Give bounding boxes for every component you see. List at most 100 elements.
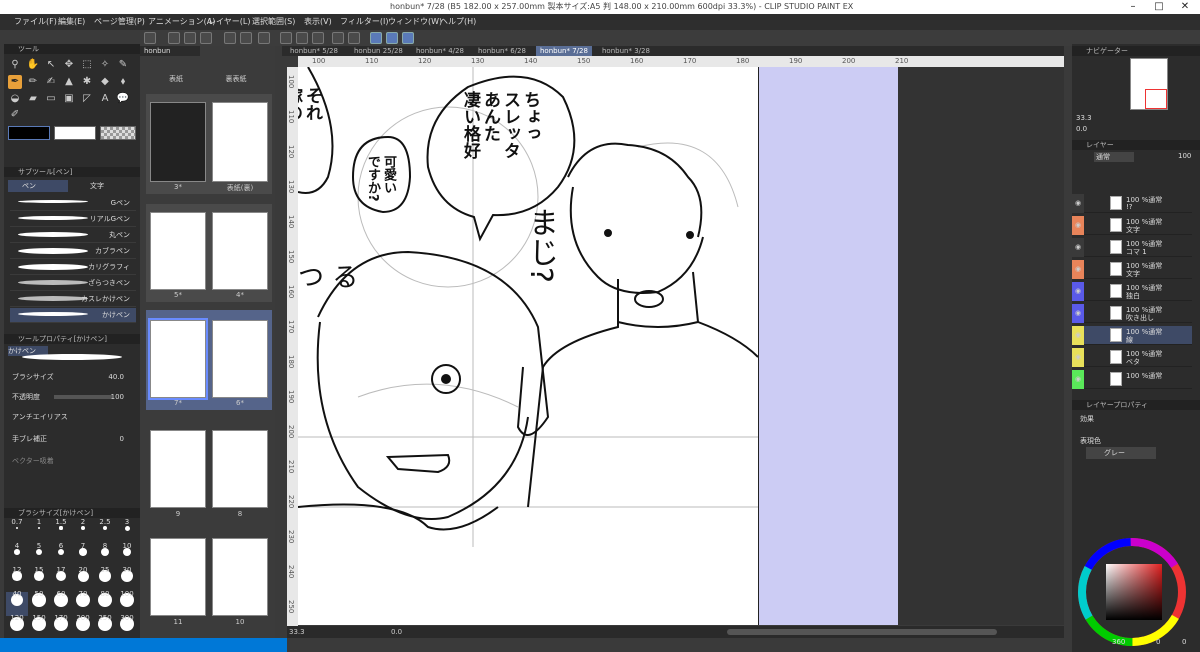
brush-item[interactable]: Gペン	[10, 196, 136, 211]
blend-mode-select[interactable]: 通常	[1094, 152, 1134, 162]
eye-icon[interactable]: ◉	[1075, 199, 1081, 207]
eye-icon[interactable]: ◉	[1075, 309, 1081, 317]
eye-icon[interactable]: ◉	[1075, 287, 1081, 295]
doc-tab[interactable]: honbun* 4/28	[412, 46, 468, 56]
layer-item[interactable]: ◉ 100 %通常 文字	[1072, 216, 1192, 235]
brush-size-cell[interactable]: 2.5	[94, 518, 116, 544]
layer-opacity[interactable]: 100	[1178, 152, 1191, 160]
transform-icon[interactable]	[312, 32, 324, 44]
page-thumb-5[interactable]	[150, 212, 206, 290]
brush-size-cell[interactable]: 170	[50, 614, 72, 640]
menu-page[interactable]: ページ管理(P)	[94, 14, 145, 30]
deselect-icon[interactable]	[332, 32, 344, 44]
zoom-readout[interactable]: 33.3	[289, 626, 305, 638]
figure-icon[interactable]: ▭	[44, 92, 58, 106]
layer-item[interactable]: ◉ 100 %通常 コマ 1	[1072, 238, 1192, 257]
menu-help[interactable]: ヘルプ(H)	[440, 14, 476, 30]
open-icon[interactable]	[168, 32, 180, 44]
express-color-select[interactable]: グレー	[1086, 447, 1156, 459]
brush-size-cell[interactable]: 50	[28, 590, 50, 616]
brush-item[interactable]: カリグラフィ	[10, 260, 136, 275]
page-thumb-9[interactable]	[150, 430, 206, 508]
angle-readout[interactable]: 0.0	[391, 626, 402, 638]
text-tool-icon[interactable]: A	[98, 92, 112, 106]
doc-tab[interactable]: honbun 25/28	[350, 46, 407, 56]
brush-size-cell[interactable]: 10	[116, 542, 138, 568]
page-thumb-cover-back[interactable]	[212, 102, 268, 182]
layer-item[interactable]: ◉ 100 %通常 独白	[1072, 282, 1192, 301]
page-thumb-10[interactable]	[212, 538, 268, 616]
hand-icon[interactable]: ✋	[26, 58, 40, 72]
menu-window[interactable]: ウィンドウ(W)	[388, 14, 442, 30]
brush-size-cell[interactable]: 200	[72, 614, 94, 640]
navigator-view-rect[interactable]	[1145, 89, 1167, 109]
doc-tab[interactable]: honbun* 6/28	[474, 46, 530, 56]
loading-icon[interactable]	[258, 32, 270, 44]
brush-size-cell[interactable]: 15	[28, 566, 50, 592]
layer-item[interactable]: ◉ 100 %通常線	[1072, 326, 1192, 345]
fill-icon[interactable]	[296, 32, 308, 44]
brush-size-cell[interactable]: 150	[28, 614, 50, 640]
brush-size-cell[interactable]: 7	[72, 542, 94, 568]
brush-item[interactable]: リアルGペン	[10, 212, 136, 227]
blend-icon[interactable]: ⬧	[116, 75, 130, 89]
prop-antialias[interactable]: アンチエイリアス	[12, 410, 136, 424]
page-tab[interactable]: honbun	[140, 46, 200, 56]
brush-size-cell[interactable]: 1.5	[50, 518, 72, 544]
zoom-icon[interactable]: ⚲	[8, 58, 22, 72]
save-icon[interactable]	[184, 32, 196, 44]
page-thumb-8[interactable]	[212, 430, 268, 508]
prop-opacity[interactable]: 不透明度 100	[12, 390, 136, 404]
menu-layer[interactable]: レイヤー(L)	[208, 14, 250, 30]
brush-size-cell[interactable]: 1	[28, 518, 50, 544]
brush-size-cell[interactable]: 20	[72, 566, 94, 592]
brush-icon[interactable]: ✍	[44, 75, 58, 89]
eyedropper-icon[interactable]: ✎	[116, 58, 130, 72]
brush-size-cell[interactable]: 120	[6, 614, 28, 640]
sub-color-swatch[interactable]	[54, 126, 96, 140]
brush-size-cell[interactable]: 17	[50, 566, 72, 592]
subtool-tab-text[interactable]: 文字	[74, 180, 134, 192]
layer-item[interactable]: ◉ 100 %通常 吹き出し	[1072, 304, 1192, 323]
brush-size-cell[interactable]: 30	[116, 566, 138, 592]
doc-tab[interactable]: honbun* 3/28	[598, 46, 654, 56]
brush-size-cell[interactable]: 70	[72, 590, 94, 616]
nav-zoom[interactable]: 33.3	[1076, 114, 1092, 122]
layer-item[interactable]: ◉ 100 %通常	[1072, 370, 1192, 389]
menu-animation[interactable]: アニメーション(A)	[148, 14, 215, 30]
eye-icon[interactable]: ◉	[1075, 331, 1081, 339]
selection-icon[interactable]: ⬚	[80, 58, 94, 72]
nav-angle[interactable]: 0.0	[1076, 125, 1087, 133]
pencil-icon[interactable]: ✏	[26, 75, 40, 89]
snap-special-icon[interactable]	[386, 32, 398, 44]
airbrush-icon[interactable]: ▲	[62, 75, 76, 89]
eraser-icon[interactable]: ◆	[98, 75, 112, 89]
export-icon[interactable]	[200, 32, 212, 44]
close-icon[interactable]: ✕	[1172, 0, 1198, 14]
lasso-icon[interactable]: ✧	[98, 58, 112, 72]
transparent-color-swatch[interactable]	[100, 126, 136, 140]
brush-item[interactable]: 丸ペン	[10, 228, 136, 243]
redo-icon[interactable]	[240, 32, 252, 44]
maximize-icon[interactable]: □	[1146, 0, 1172, 14]
eye-icon[interactable]: ◉	[1075, 221, 1081, 229]
canvas-page[interactable]: それ 嫁の ちょっ スレッタ あんた 凄い格好 可愛い ですか? まじ? つ る	[298, 67, 758, 625]
brush-size-cell[interactable]: 80	[94, 590, 116, 616]
horizontal-scrollbar[interactable]	[727, 629, 997, 635]
brush-size-cell[interactable]: 4	[6, 542, 28, 568]
eye-icon[interactable]: ◉	[1075, 375, 1081, 383]
frame-icon[interactable]: ▣	[62, 92, 76, 106]
snap-ruler-icon[interactable]	[370, 32, 382, 44]
page-thumb-11[interactable]	[150, 538, 206, 616]
menu-file[interactable]: ファイル(F)	[14, 14, 57, 30]
brush-item[interactable]: カブラペン	[10, 244, 136, 259]
layer-item[interactable]: ◉ 100 %通常 文字	[1072, 260, 1192, 279]
layer-item[interactable]: ◉ 100 %通常!?	[1072, 194, 1192, 213]
clear-icon[interactable]	[280, 32, 292, 44]
brush-size-cell[interactable]: 100	[116, 590, 138, 616]
brush-item-selected[interactable]: かけペン	[10, 308, 136, 323]
doc-tab-active[interactable]: honbun* 7/28	[536, 46, 592, 56]
subtool-tab-pen[interactable]: ペン	[8, 180, 68, 192]
eye-icon[interactable]: ◉	[1075, 265, 1081, 273]
prop-stabilization[interactable]: 手ブレ補正 0	[12, 432, 136, 446]
